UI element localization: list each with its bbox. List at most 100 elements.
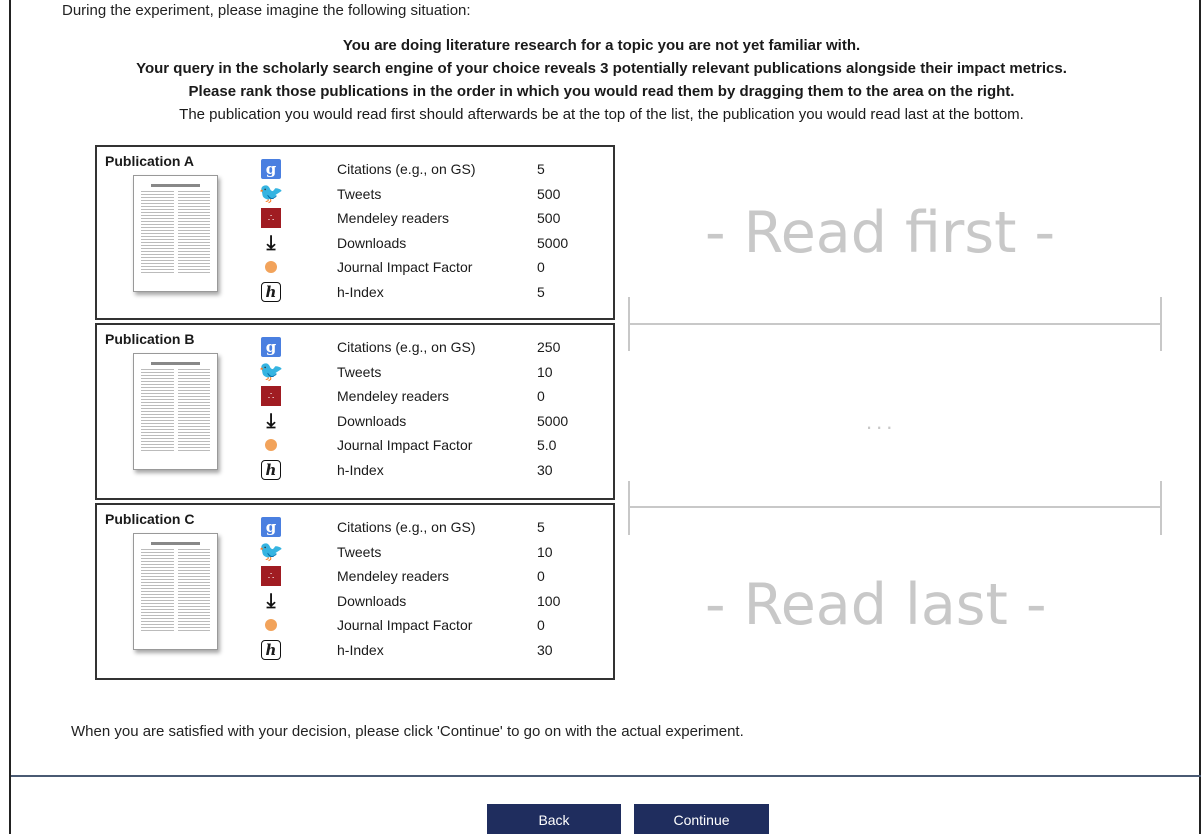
mendeley-icon: ∴ (259, 207, 283, 229)
scenario-line-3: Please rank those publications in the or… (188, 83, 1015, 100)
publication-thumbnail (133, 533, 218, 650)
metric-row: Journal Impact Factor 5.0 (259, 433, 619, 458)
metrics-list: g Citations (e.g., on GS) 250 🐦 Tweets 10 ∴ Men… (259, 335, 619, 482)
metric-label: Citations (e.g., on GS) (337, 339, 476, 356)
metric-row: ⤓ Downloads 5000 (259, 409, 619, 434)
metric-label: h-Index (337, 641, 384, 658)
metric-value: 10 (537, 543, 553, 560)
metric-label: Tweets (337, 363, 382, 380)
publication-thumbnail (133, 175, 218, 292)
metric-value: 0 (537, 617, 545, 634)
metric-row: h h-Index 30 (259, 638, 619, 663)
metric-label: Journal Impact Factor (337, 259, 473, 276)
metric-value: 30 (537, 461, 553, 478)
scale-line-bottom (628, 506, 1162, 508)
h-index-icon: h (259, 281, 283, 303)
metric-value: 5000 (537, 234, 569, 251)
read-first-label: - Read first - (705, 200, 1056, 266)
metric-label: Tweets (337, 185, 382, 202)
metric-value: 30 (537, 641, 553, 658)
metric-row: ∴ Mendeley readers 0 (259, 564, 619, 589)
twitter-icon: 🐦 (258, 540, 284, 563)
metric-value: 250 (537, 339, 561, 356)
read-last-label: - Read last - (705, 572, 1047, 638)
metric-label: Journal Impact Factor (337, 617, 473, 634)
metric-row: h h-Index 5 (259, 280, 619, 305)
metric-label: Journal Impact Factor (337, 437, 473, 454)
metric-value: 0 (537, 259, 545, 276)
scenario-line-1: You are doing literature research for a … (342, 37, 861, 54)
metric-label: Downloads (337, 412, 407, 429)
metric-value: 500 (537, 210, 561, 227)
publication-title: Publication A (105, 153, 194, 169)
twitter-icon: 🐦 (258, 360, 284, 383)
publication-card[interactable]: Publication B g Citations (e.g., on GS) 250… (95, 323, 615, 500)
metric-label: Downloads (337, 592, 407, 609)
metric-label: Mendeley readers (337, 388, 450, 405)
twitter-icon: 🐦 (258, 182, 284, 205)
continue-button[interactable]: Continue (634, 804, 769, 834)
scale-tick-left-bottom (628, 481, 630, 535)
metric-label: Mendeley readers (337, 568, 450, 585)
scale-tick-right-top (1160, 297, 1162, 351)
intro-text: During the experiment, please imagine th… (62, 2, 471, 19)
metric-value: 0 (537, 388, 545, 405)
metric-row: h h-Index 30 (259, 458, 619, 483)
metric-row: ⤓ Downloads 100 (259, 589, 619, 614)
footer-divider (11, 775, 1201, 777)
metric-label: Citations (e.g., on GS) (337, 161, 476, 178)
journal-impact-icon (259, 434, 283, 456)
publication-card[interactable]: Publication C g Citations (e.g., on GS) 5 🐦 T… (95, 503, 615, 680)
metric-value: 5000 (537, 412, 569, 429)
metrics-list: g Citations (e.g., on GS) 5 🐦 Tweets 10 ∴ Mende… (259, 515, 619, 662)
publication-card[interactable]: Publication A g Citations (e.g., on GS) 5 🐦 T… (95, 145, 615, 320)
metric-value: 500 (537, 185, 561, 202)
metric-row: ⤓ Downloads 5000 (259, 231, 619, 256)
h-index-icon: h (259, 459, 283, 481)
h-index-icon: h (259, 639, 283, 661)
scale-tick-right-bottom (1160, 481, 1162, 535)
metric-value: 5 (537, 283, 545, 300)
metric-value: 10 (537, 363, 553, 380)
metric-value: 5 (537, 519, 545, 536)
mendeley-icon: ∴ (259, 385, 283, 407)
google-scholar-icon: g (259, 336, 283, 358)
scale-line-top (628, 323, 1162, 325)
publication-title: Publication B (105, 331, 195, 347)
metric-row: g Citations (e.g., on GS) 5 (259, 515, 619, 540)
metric-row: g Citations (e.g., on GS) 250 (259, 335, 619, 360)
metric-row: ∴ Mendeley readers 0 (259, 384, 619, 409)
google-scholar-icon: g (259, 158, 283, 180)
mendeley-icon: ∴ (259, 565, 283, 587)
download-icon: ⤓ (266, 409, 276, 432)
metric-row: ∴ Mendeley readers 500 (259, 206, 619, 231)
back-button[interactable]: Back (487, 804, 621, 834)
publication-title: Publication C (105, 511, 195, 527)
metric-label: Downloads (337, 234, 407, 251)
google-scholar-icon: g (259, 516, 283, 538)
metric-value: 5.0 (537, 437, 557, 454)
publication-thumbnail (133, 353, 218, 470)
metric-row: Journal Impact Factor 0 (259, 613, 619, 638)
scenario-line-4: The publication you would read first sho… (179, 106, 1024, 123)
satisfied-text: When you are satisfied with your decisio… (71, 723, 744, 740)
metric-label: Mendeley readers (337, 210, 450, 227)
scenario-instructions: You are doing literature research for a … (20, 34, 1183, 126)
download-icon: ⤓ (266, 231, 276, 254)
journal-impact-icon (259, 256, 283, 278)
metric-label: Citations (e.g., on GS) (337, 519, 476, 536)
middle-ellipsis: ... (866, 409, 897, 434)
metric-row: Journal Impact Factor 0 (259, 255, 619, 280)
metric-row: 🐦 Tweets 10 (259, 360, 619, 385)
metric-row: 🐦 Tweets 500 (259, 182, 619, 207)
metric-row: g Citations (e.g., on GS) 5 (259, 157, 619, 182)
download-icon: ⤓ (266, 589, 276, 612)
metric-value: 100 (537, 592, 561, 609)
metric-value: 0 (537, 568, 545, 585)
metric-label: Tweets (337, 543, 382, 560)
metric-value: 5 (537, 161, 545, 178)
metrics-list: g Citations (e.g., on GS) 5 🐦 Tweets 500 ∴ Mend… (259, 157, 619, 304)
metric-label: h-Index (337, 283, 384, 300)
metric-label: h-Index (337, 461, 384, 478)
journal-impact-icon (259, 614, 283, 636)
